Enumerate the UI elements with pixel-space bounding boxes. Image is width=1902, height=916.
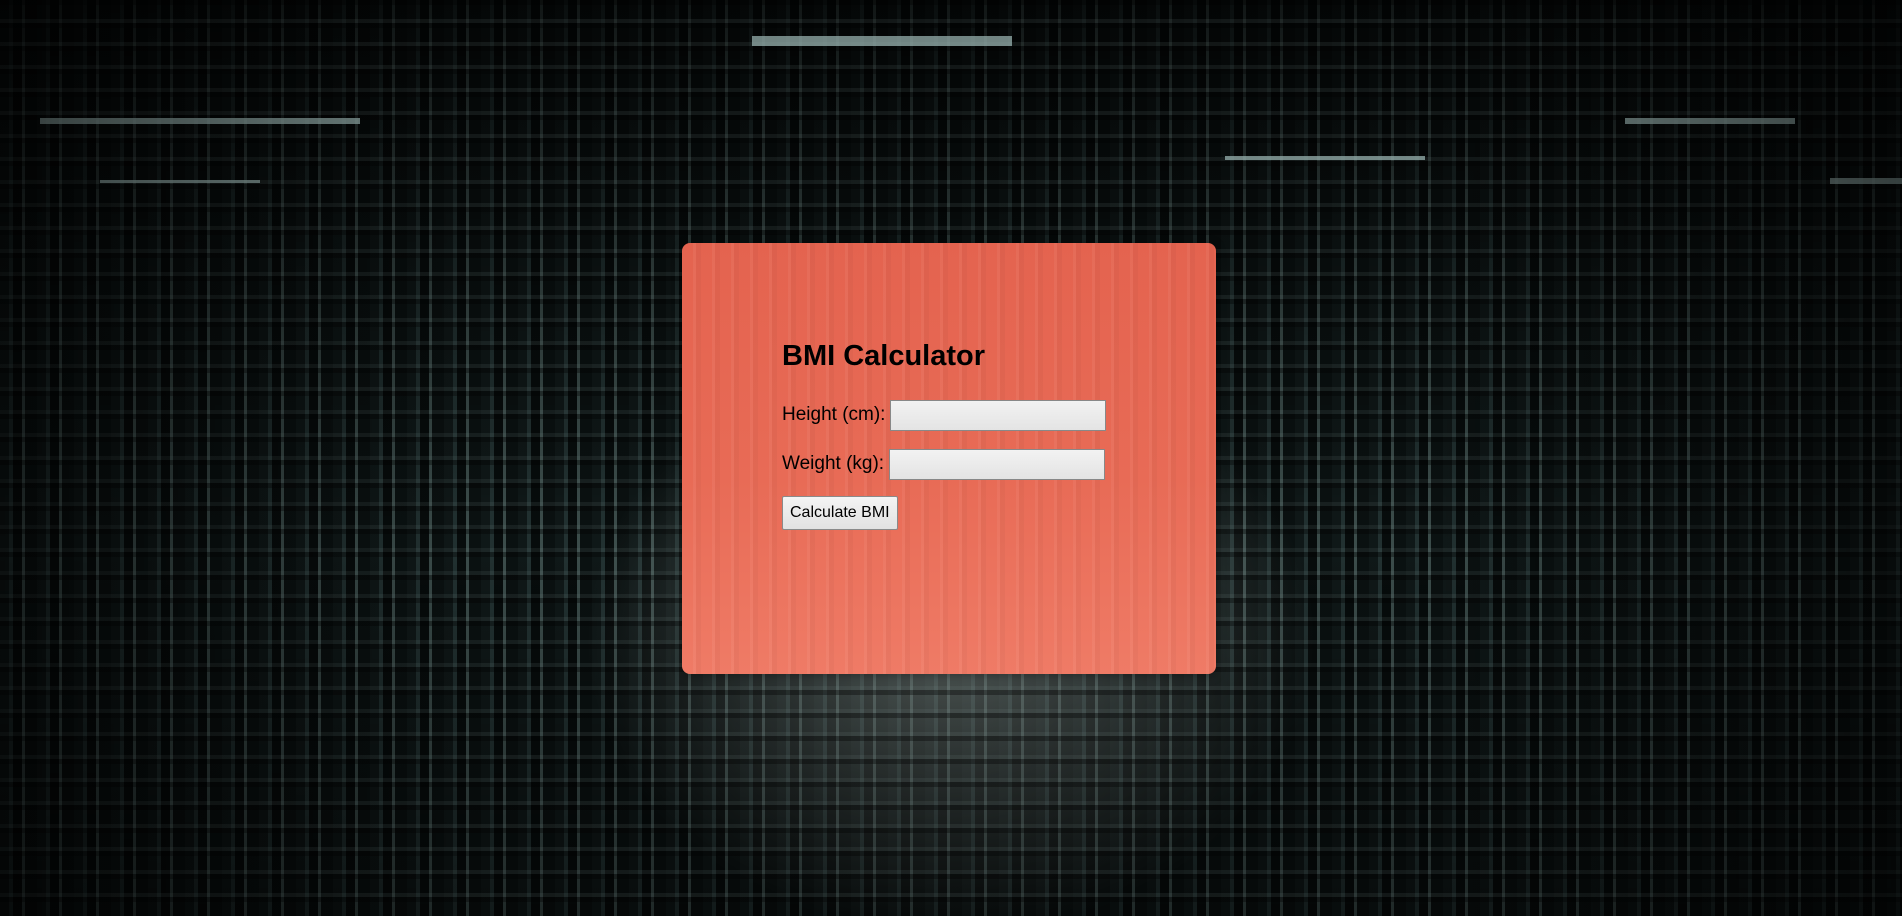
calculate-bmi-button[interactable]: Calculate BMI bbox=[782, 496, 898, 530]
background-streak bbox=[1830, 178, 1902, 184]
height-row: Height (cm): bbox=[782, 397, 1107, 433]
background-streak bbox=[1225, 156, 1425, 160]
weight-label: Weight (kg): bbox=[782, 453, 885, 474]
height-label: Height (cm): bbox=[782, 404, 886, 425]
weight-row: Weight (kg): bbox=[782, 446, 1106, 482]
background-streak bbox=[1625, 118, 1795, 124]
bmi-calculator-card: BMI Calculator Height (cm): Weight (kg):… bbox=[682, 243, 1216, 674]
page-title: BMI Calculator bbox=[782, 340, 986, 372]
height-input[interactable] bbox=[890, 399, 1107, 431]
weight-input[interactable] bbox=[889, 448, 1106, 480]
bmi-form: BMI Calculator Height (cm): Weight (kg):… bbox=[782, 340, 1107, 530]
background-streak bbox=[40, 118, 360, 124]
background-streak bbox=[100, 180, 260, 183]
background-streak bbox=[752, 36, 1012, 46]
